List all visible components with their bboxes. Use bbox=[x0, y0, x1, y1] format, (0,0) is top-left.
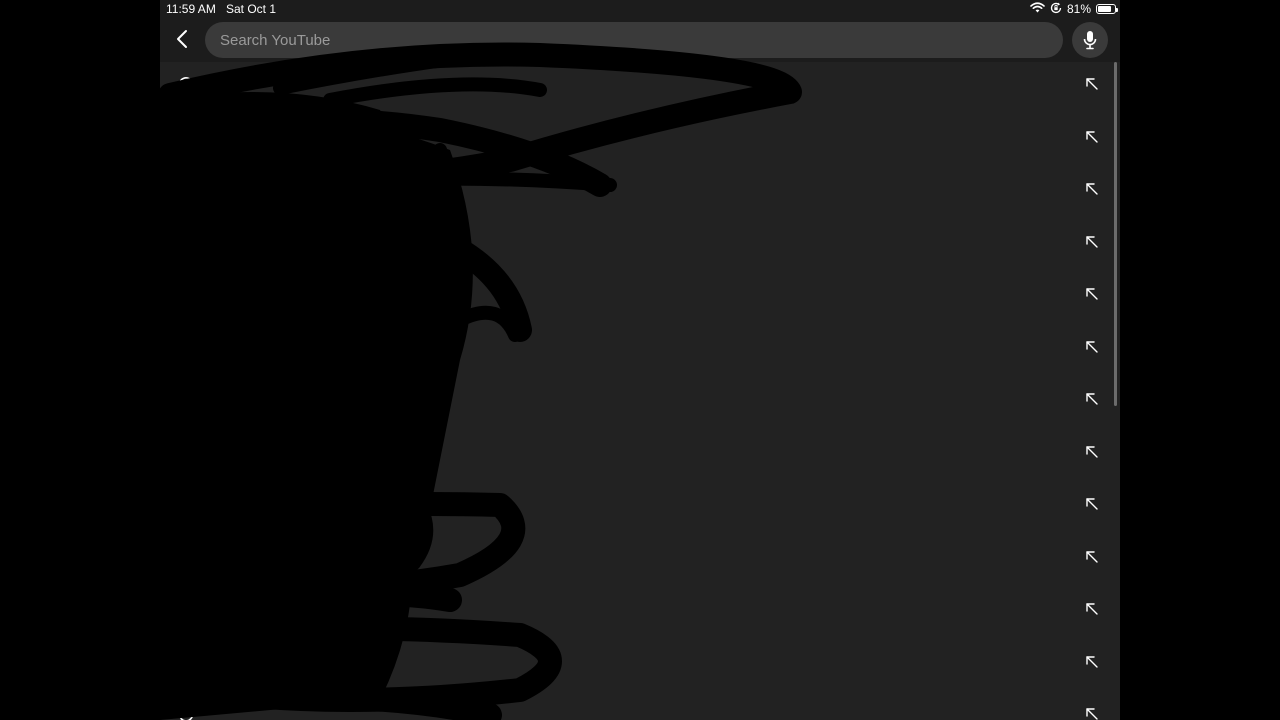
suggestion-row[interactable] bbox=[160, 583, 1112, 636]
search-history-list bbox=[160, 58, 1112, 720]
history-icon bbox=[176, 547, 196, 567]
arrow-up-left-icon[interactable] bbox=[1082, 74, 1102, 94]
battery-fill bbox=[1098, 6, 1111, 12]
voice-search-button[interactable] bbox=[1072, 22, 1108, 58]
suggestion-row[interactable] bbox=[160, 688, 1112, 720]
microphone-icon bbox=[1083, 31, 1097, 50]
history-icon bbox=[176, 127, 196, 147]
arrow-up-left-icon[interactable] bbox=[1082, 389, 1102, 409]
arrow-up-left-icon[interactable] bbox=[1082, 442, 1102, 462]
status-bar: 11:59 AM Sat Oct 1 81% bbox=[160, 0, 1120, 18]
arrow-up-left-icon[interactable] bbox=[1082, 494, 1102, 514]
orientation-lock-icon bbox=[1050, 2, 1062, 17]
arrow-up-left-icon[interactable] bbox=[1082, 232, 1102, 252]
arrow-up-left-icon[interactable] bbox=[1082, 547, 1102, 567]
suggestion-row[interactable] bbox=[160, 216, 1112, 269]
arrow-up-left-icon[interactable] bbox=[1082, 284, 1102, 304]
history-icon bbox=[176, 652, 196, 672]
history-icon bbox=[176, 74, 196, 94]
history-icon bbox=[176, 442, 196, 462]
status-time: 11:59 AM bbox=[166, 2, 216, 16]
suggestion-row[interactable] bbox=[160, 373, 1112, 426]
suggestion-row[interactable] bbox=[160, 426, 1112, 479]
suggestion-row[interactable] bbox=[160, 478, 1112, 531]
battery-icon bbox=[1096, 4, 1118, 14]
suggestion-row[interactable] bbox=[160, 111, 1112, 164]
search-input[interactable] bbox=[205, 22, 1063, 58]
arrow-up-left-icon[interactable] bbox=[1082, 599, 1102, 619]
suggestion-row[interactable] bbox=[160, 163, 1112, 216]
history-icon bbox=[176, 389, 196, 409]
arrow-up-left-icon[interactable] bbox=[1082, 652, 1102, 672]
arrow-up-left-icon[interactable] bbox=[1082, 127, 1102, 147]
arrow-up-left-icon[interactable] bbox=[1082, 179, 1102, 199]
history-icon bbox=[176, 284, 196, 304]
history-icon bbox=[176, 494, 196, 514]
battery-cap bbox=[1116, 8, 1118, 12]
history-icon bbox=[176, 704, 196, 720]
suggestion-row[interactable] bbox=[160, 58, 1112, 111]
history-icon bbox=[176, 232, 196, 252]
arrow-up-left-icon[interactable] bbox=[1082, 337, 1102, 357]
search-bar bbox=[160, 20, 1120, 60]
suggestion-row[interactable] bbox=[160, 268, 1112, 321]
history-icon bbox=[176, 179, 196, 199]
wifi-icon bbox=[1030, 2, 1045, 16]
battery-percentage: 81% bbox=[1066, 2, 1091, 16]
suggestion-row[interactable] bbox=[160, 531, 1112, 584]
status-indicators: 81% bbox=[1030, 1, 1118, 17]
suggestion-row[interactable] bbox=[160, 321, 1112, 374]
app-screen: 11:59 AM Sat Oct 1 81% bbox=[160, 0, 1120, 720]
history-icon bbox=[176, 599, 196, 619]
status-date: Sat Oct 1 bbox=[226, 2, 277, 16]
chevron-left-icon bbox=[177, 30, 187, 48]
history-icon bbox=[176, 337, 196, 357]
arrow-up-left-icon[interactable] bbox=[1082, 704, 1102, 720]
back-button[interactable] bbox=[170, 26, 194, 52]
scrollbar[interactable] bbox=[1114, 62, 1117, 406]
suggestion-row[interactable] bbox=[160, 636, 1112, 689]
